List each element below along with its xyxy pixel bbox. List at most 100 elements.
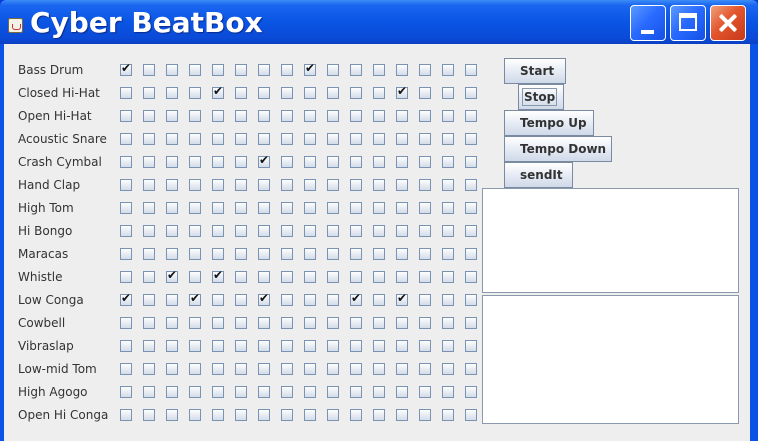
- beat-checkbox[interactable]: [143, 340, 155, 352]
- beat-checkbox[interactable]: [281, 225, 293, 237]
- stop-button[interactable]: Stop: [518, 84, 564, 110]
- beat-checkbox[interactable]: [350, 271, 362, 283]
- beat-checkbox[interactable]: [281, 340, 293, 352]
- beat-checkbox[interactable]: [373, 248, 385, 260]
- beat-checkbox[interactable]: [166, 110, 178, 122]
- beat-checkbox[interactable]: [212, 317, 224, 329]
- beat-checkbox[interactable]: [143, 133, 155, 145]
- beat-checkbox[interactable]: [235, 87, 247, 99]
- beat-checkbox[interactable]: [350, 225, 362, 237]
- beat-checkbox[interactable]: ✔: [212, 269, 224, 283]
- beat-checkbox[interactable]: [373, 409, 385, 421]
- beat-checkbox[interactable]: [235, 386, 247, 398]
- beat-checkbox[interactable]: [189, 271, 201, 283]
- beat-checkbox[interactable]: [304, 248, 316, 260]
- beat-checkbox[interactable]: [396, 64, 408, 76]
- beat-checkbox[interactable]: [120, 225, 132, 237]
- beat-checkbox[interactable]: [442, 294, 454, 306]
- beat-checkbox[interactable]: [166, 202, 178, 214]
- beat-checkbox[interactable]: [189, 133, 201, 145]
- beat-checkbox[interactable]: [120, 271, 132, 283]
- beat-checkbox[interactable]: [166, 179, 178, 191]
- beat-checkbox[interactable]: [235, 248, 247, 260]
- beat-checkbox[interactable]: [465, 409, 477, 421]
- beat-checkbox[interactable]: [373, 64, 385, 76]
- beat-checkbox[interactable]: [143, 87, 155, 99]
- beat-checkbox[interactable]: [120, 248, 132, 260]
- beat-checkbox[interactable]: [235, 179, 247, 191]
- beat-checkbox[interactable]: [373, 363, 385, 375]
- beat-checkbox[interactable]: [120, 363, 132, 375]
- beat-checkbox[interactable]: [189, 87, 201, 99]
- tempo-up-button[interactable]: Tempo Up: [504, 110, 594, 136]
- beat-checkbox[interactable]: [327, 202, 339, 214]
- beat-checkbox[interactable]: [258, 363, 270, 375]
- beat-checkbox[interactable]: [143, 202, 155, 214]
- beat-checkbox[interactable]: [166, 340, 178, 352]
- beat-checkbox[interactable]: [304, 340, 316, 352]
- beat-checkbox[interactable]: [419, 64, 431, 76]
- beat-checkbox[interactable]: [258, 248, 270, 260]
- beat-checkbox[interactable]: [235, 271, 247, 283]
- beat-checkbox[interactable]: [258, 225, 270, 237]
- beat-checkbox[interactable]: [396, 248, 408, 260]
- beat-checkbox[interactable]: [327, 409, 339, 421]
- beat-checkbox[interactable]: [143, 271, 155, 283]
- beat-checkbox[interactable]: [396, 363, 408, 375]
- beat-checkbox[interactable]: [442, 64, 454, 76]
- beat-checkbox[interactable]: [235, 225, 247, 237]
- beat-checkbox[interactable]: [166, 317, 178, 329]
- beat-checkbox[interactable]: [350, 340, 362, 352]
- beat-checkbox[interactable]: [304, 110, 316, 122]
- beat-checkbox[interactable]: [258, 64, 270, 76]
- beat-checkbox[interactable]: [166, 64, 178, 76]
- beat-checkbox[interactable]: [327, 363, 339, 375]
- beat-checkbox[interactable]: [235, 409, 247, 421]
- beat-checkbox[interactable]: ✔: [258, 154, 270, 168]
- beat-checkbox[interactable]: [327, 248, 339, 260]
- beat-checkbox[interactable]: [258, 202, 270, 214]
- beat-checkbox[interactable]: [120, 156, 132, 168]
- beat-checkbox[interactable]: [396, 409, 408, 421]
- beat-checkbox[interactable]: [258, 87, 270, 99]
- beat-checkbox[interactable]: [327, 294, 339, 306]
- beat-checkbox[interactable]: [327, 317, 339, 329]
- beat-checkbox[interactable]: [373, 156, 385, 168]
- beat-checkbox[interactable]: [212, 340, 224, 352]
- beat-checkbox[interactable]: [304, 386, 316, 398]
- beat-checkbox[interactable]: [235, 340, 247, 352]
- beat-checkbox[interactable]: [166, 87, 178, 99]
- beat-checkbox[interactable]: [212, 156, 224, 168]
- beat-checkbox[interactable]: [258, 110, 270, 122]
- beat-checkbox[interactable]: [419, 156, 431, 168]
- beat-checkbox[interactable]: [189, 317, 201, 329]
- beat-checkbox[interactable]: [465, 225, 477, 237]
- beat-checkbox[interactable]: [373, 87, 385, 99]
- beat-checkbox[interactable]: [442, 225, 454, 237]
- beat-checkbox[interactable]: ✔: [120, 292, 132, 306]
- beat-checkbox[interactable]: [235, 317, 247, 329]
- beat-checkbox[interactable]: [212, 409, 224, 421]
- beat-checkbox[interactable]: [442, 409, 454, 421]
- beat-checkbox[interactable]: ✔: [166, 269, 178, 283]
- beat-checkbox[interactable]: [442, 248, 454, 260]
- beat-checkbox[interactable]: [281, 133, 293, 145]
- beat-checkbox[interactable]: [327, 110, 339, 122]
- beat-checkbox[interactable]: [189, 363, 201, 375]
- beat-checkbox[interactable]: [120, 386, 132, 398]
- beat-checkbox[interactable]: [419, 248, 431, 260]
- beat-checkbox[interactable]: [281, 409, 293, 421]
- beat-checkbox[interactable]: [258, 409, 270, 421]
- beat-checkbox[interactable]: [396, 386, 408, 398]
- beat-checkbox[interactable]: [327, 179, 339, 191]
- beat-checkbox[interactable]: [350, 248, 362, 260]
- beat-checkbox[interactable]: [235, 133, 247, 145]
- beat-checkbox[interactable]: [166, 225, 178, 237]
- beat-checkbox[interactable]: [465, 363, 477, 375]
- beat-checkbox[interactable]: [350, 133, 362, 145]
- beat-checkbox[interactable]: [442, 386, 454, 398]
- beat-checkbox[interactable]: [327, 156, 339, 168]
- beat-checkbox[interactable]: [235, 156, 247, 168]
- beat-checkbox[interactable]: [120, 179, 132, 191]
- message-textarea[interactable]: [482, 295, 739, 424]
